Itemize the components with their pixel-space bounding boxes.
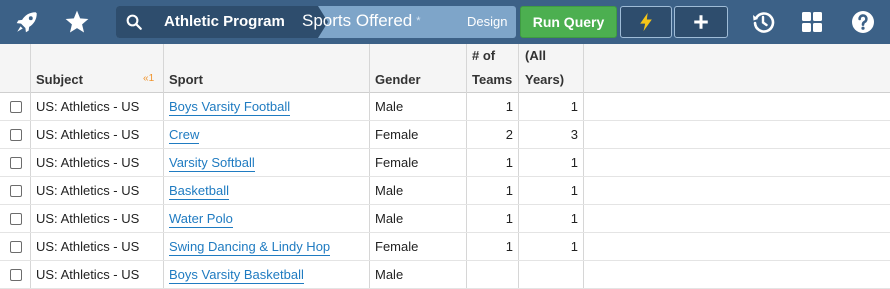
row-checkbox[interactable]	[10, 269, 22, 281]
breadcrumb: Athletic Program Sports Offered * Design	[116, 6, 516, 38]
add-button[interactable]	[674, 6, 728, 38]
search-icon[interactable]	[116, 6, 152, 38]
table-row: US: Athletics - US Water Polo Male 1 1	[0, 205, 890, 233]
table-row: US: Athletics - US Basketball Male 1 1	[0, 177, 890, 205]
row-checkbox[interactable]	[10, 157, 22, 169]
sport-link[interactable]: Basketball	[169, 183, 229, 200]
subject-cell: US: Athletics - US	[36, 155, 140, 170]
row-checkbox[interactable]	[10, 213, 22, 225]
column-header-subject[interactable]: Subject	[36, 72, 83, 87]
all-years-cell: 1	[570, 239, 578, 254]
run-query-button[interactable]: Run Query	[520, 6, 617, 38]
teams-cell: 2	[505, 127, 513, 142]
all-years-cell: 1	[570, 99, 578, 114]
column-header-all-years-line2[interactable]: Years)	[525, 72, 564, 87]
row-checkbox[interactable]	[10, 185, 22, 197]
breadcrumb-label: Athletic Program	[164, 13, 285, 30]
subject-cell: US: Athletics - US	[36, 267, 140, 282]
sport-link[interactable]: Crew	[169, 127, 200, 144]
table-header: Subject «1 Sport Gender # of Teams (All …	[0, 44, 890, 93]
row-checkbox[interactable]	[10, 101, 22, 113]
design-link[interactable]: Design	[467, 14, 507, 29]
table-row: US: Athletics - US Crew Female 2 3	[0, 121, 890, 149]
all-years-cell: 3	[570, 127, 578, 142]
table-row: US: Athletics - US Swing Dancing & Lindy…	[0, 233, 890, 261]
results-table: Subject «1 Sport Gender # of Teams (All …	[0, 44, 890, 289]
grid-icon[interactable]	[797, 7, 827, 37]
row-checkbox[interactable]	[10, 241, 22, 253]
column-header-teams-line1[interactable]: # of	[472, 48, 495, 63]
help-icon[interactable]	[848, 7, 878, 37]
gender-cell: Male	[375, 267, 404, 282]
sport-link[interactable]: Swing Dancing & Lindy Hop	[169, 239, 331, 256]
breadcrumb-item-sports-offered[interactable]: Sports Offered *	[302, 11, 421, 31]
gender-cell: Female	[375, 239, 419, 254]
table-row: US: Athletics - US Boys Varsity Football…	[0, 93, 890, 121]
teams-cell: 1	[505, 99, 513, 114]
column-header-teams-line2[interactable]: Teams	[472, 72, 512, 87]
subject-cell: US: Athletics - US	[36, 183, 140, 198]
gender-cell: Female	[375, 155, 419, 170]
lightning-button[interactable]	[620, 6, 672, 38]
gender-cell: Male	[375, 183, 404, 198]
gender-cell: Female	[375, 127, 419, 142]
all-years-cell: 1	[570, 155, 578, 170]
breadcrumb-current-label: Sports Offered	[302, 11, 413, 30]
teams-cell: 1	[505, 211, 513, 226]
sport-link[interactable]: Boys Varsity Football	[169, 99, 291, 116]
subject-cell: US: Athletics - US	[36, 239, 140, 254]
unsaved-marker: *	[416, 15, 421, 27]
teams-cell: 1	[505, 239, 513, 254]
top-toolbar: Athletic Program Sports Offered * Design …	[0, 0, 890, 44]
sport-link[interactable]: Water Polo	[169, 211, 233, 228]
all-years-cell: 1	[570, 211, 578, 226]
sport-link[interactable]: Varsity Softball	[169, 155, 255, 172]
column-header-gender[interactable]: Gender	[375, 72, 421, 87]
sort-order: 1	[148, 73, 155, 84]
star-icon[interactable]	[62, 7, 92, 37]
gender-cell: Male	[375, 99, 404, 114]
teams-cell: 1	[505, 183, 513, 198]
lightning-icon	[640, 12, 652, 32]
row-checkbox[interactable]	[10, 129, 22, 141]
subject-cell: US: Athletics - US	[36, 99, 140, 114]
subject-cell: US: Athletics - US	[36, 211, 140, 226]
sport-link[interactable]: Boys Varsity Basketball	[169, 267, 304, 284]
table-row: US: Athletics - US Boys Varsity Basketba…	[0, 261, 890, 289]
subject-cell: US: Athletics - US	[36, 127, 140, 142]
all-years-cell: 1	[570, 183, 578, 198]
column-header-sport[interactable]: Sport	[169, 72, 203, 87]
breadcrumb-item-athletic-program[interactable]: Athletic Program	[152, 6, 318, 38]
column-header-all-years-line1[interactable]: (All	[525, 48, 546, 63]
gender-cell: Male	[375, 211, 404, 226]
teams-cell: 1	[505, 155, 513, 170]
sort-indicator[interactable]: «1	[143, 73, 154, 84]
history-icon[interactable]	[748, 7, 778, 37]
table-row: US: Athletics - US Varsity Softball Fema…	[0, 149, 890, 177]
plus-icon	[694, 15, 708, 29]
rocket-icon[interactable]	[12, 7, 42, 37]
